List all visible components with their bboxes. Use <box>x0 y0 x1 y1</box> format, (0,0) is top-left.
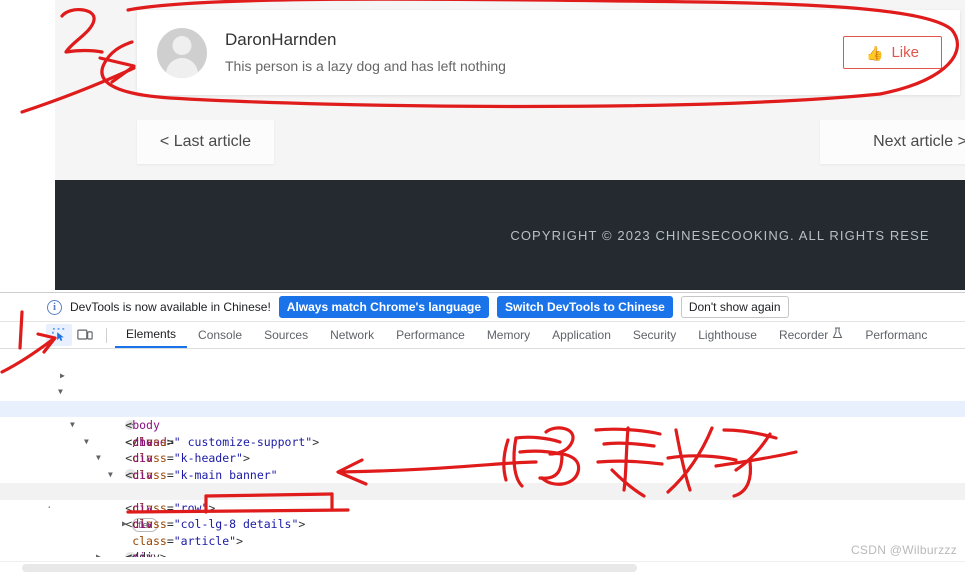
tab-performance-insights[interactable]: Performanc <box>854 322 938 348</box>
tab-elements[interactable]: Elements <box>115 322 188 348</box>
copyright-text: COPYRIGHT © 2023 CHINESECOOKING. ALL RIG… <box>510 227 930 243</box>
tab-application[interactable]: Application <box>541 322 622 348</box>
flask-icon <box>832 322 843 348</box>
devtools-tabbar: Elements Console Sources Network Perform… <box>0 322 965 349</box>
csdn-watermark: CSDN @Wilburzzz <box>850 543 957 557</box>
tab-recorder-label: Recorder <box>778 328 829 342</box>
tab-console[interactable]: Console <box>187 322 253 348</box>
info-circle-icon: i <box>47 299 62 315</box>
author-name: DaronHarnden <box>225 30 337 49</box>
avatar-body-shape <box>166 57 198 78</box>
article-navigation: < Last article Next article > <box>55 120 965 164</box>
dom-row-nav[interactable]: ▶ <nav class="navigation post-navigation… <box>0 500 965 557</box>
dom-tree: ▶ <head> ⋯ </head> ▼ <body class=" custo… <box>0 349 965 557</box>
devtools-language-notice: i DevTools is now available in Chinese! … <box>0 293 965 322</box>
dom-row-container[interactable]: ▼ <div class="container"> <box>0 417 965 499</box>
previous-article-button[interactable]: < Last article <box>137 120 274 164</box>
author-description: This person is a lazy dog and has left n… <box>225 58 506 74</box>
dom-row-row-flex[interactable]: ▼ <div class="row"> flex <box>0 434 965 532</box>
author-card: DaronHarnden This person is a lazy dog a… <box>137 10 960 95</box>
device-toolbar-icon[interactable] <box>72 324 98 346</box>
dom-row-toolbar-clearfix[interactable]: · ▶ <div class="toolbar clearfix"> ⋯ </d… <box>0 483 965 557</box>
screenshot-root: DaronHarnden This person is a lazy dog a… <box>0 0 965 573</box>
twisty-right-icon[interactable]: ▶ <box>96 549 101 557</box>
user-avatar-placeholder-icon <box>157 27 207 78</box>
tab-performance[interactable]: Performance <box>385 322 476 348</box>
dom-row-k-header[interactable]: ▶ <div class="k-header"> ⋯ </div> <box>0 384 965 499</box>
devtools-panel: i DevTools is now available in Chinese! … <box>0 292 965 573</box>
dom-row-close-div[interactable]: </div> <box>0 516 965 557</box>
dom-row-col-lg-8[interactable]: ▼ <div class="col-lg-8 details"> <box>0 450 965 532</box>
tab-recorder[interactable]: Recorder <box>768 322 854 348</box>
toolbar-divider <box>106 327 107 343</box>
switch-devtools-to-chinese-button[interactable]: Switch DevTools to Chinese <box>497 296 673 318</box>
dom-row-head[interactable]: ▶ <head> ⋯ </head> <box>0 351 965 449</box>
avatar-head-shape <box>172 35 192 55</box>
dom-row-body[interactable]: ▼ <body class=" customize-support"> <box>0 368 965 449</box>
browser-page-viewport: DaronHarnden This person is a lazy dog a… <box>0 0 965 292</box>
next-article-button[interactable]: Next article > <box>820 120 965 164</box>
notice-message: DevTools is now available in Chinese! <box>70 300 271 314</box>
site-footer: COPYRIGHT © 2023 CHINESECOOKING. ALL RIG… <box>55 180 965 290</box>
scrollbar-thumb[interactable] <box>22 564 637 572</box>
inspect-element-icon[interactable] <box>46 324 72 346</box>
tab-sources[interactable]: Sources <box>253 322 319 348</box>
thumbs-up-icon: 👍 <box>866 44 884 61</box>
tab-lighthouse[interactable]: Lighthouse <box>687 322 768 348</box>
dom-tree-horizontal-scrollbar[interactable] <box>0 561 965 573</box>
dom-row-k-main-banner[interactable]: ▼ <div class="k-main banner" style="back… <box>0 400 965 498</box>
dom-row-sidebar[interactable]: ▶ <div class="col-lg-4 sidebar sticky-si… <box>0 533 965 557</box>
dom-row-article[interactable]: ▶ <div class="article"> ⋯ </div> <box>0 467 965 557</box>
always-match-language-button[interactable]: Always match Chrome's language <box>278 296 490 318</box>
dom-close-div-text: </div> <box>125 550 167 557</box>
tab-security[interactable]: Security <box>622 322 687 348</box>
author-text-block: DaronHarnden This person is a lazy dog a… <box>225 29 843 76</box>
like-button[interactable]: 👍 Like <box>843 36 942 69</box>
tab-network[interactable]: Network <box>319 322 385 348</box>
tab-memory[interactable]: Memory <box>476 322 541 348</box>
dont-show-again-button[interactable]: Don't show again <box>680 296 789 318</box>
like-button-label: Like <box>891 44 919 61</box>
